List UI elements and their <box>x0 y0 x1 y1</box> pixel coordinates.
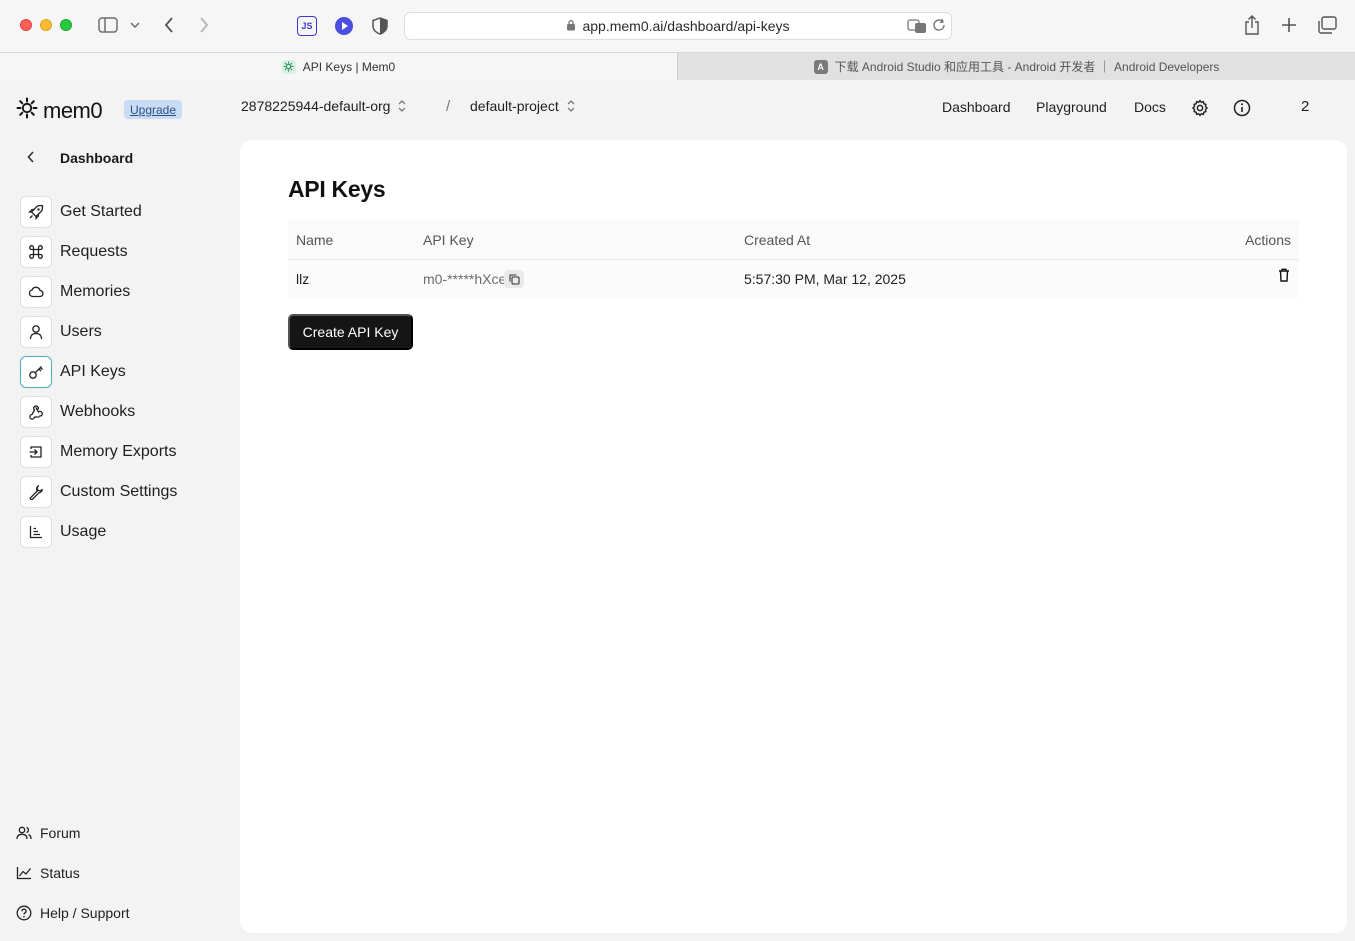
android-favicon-icon: A <box>813 59 828 74</box>
new-tab-icon[interactable] <box>1279 15 1299 35</box>
status-chart-icon <box>16 867 32 880</box>
cloud-icon <box>20 276 52 308</box>
mem0-logo[interactable]: mem0 <box>16 97 103 124</box>
export-icon <box>20 436 52 468</box>
sidebar-item-requests[interactable]: Requests <box>20 236 128 268</box>
chevrons-up-down-icon <box>567 100 575 112</box>
column-header-name: Name <box>296 231 334 248</box>
org-selector[interactable]: 2878225944-default-org <box>241 98 406 114</box>
nav-docs-link[interactable]: Docs <box>1134 99 1166 115</box>
table-header: Name API Key Created At Actions <box>288 220 1299 260</box>
sidebar-item-label: Webhooks <box>60 403 136 420</box>
chevron-left-icon <box>27 150 45 166</box>
sidebar-item-label: Usage <box>60 523 107 540</box>
command-icon <box>20 236 52 268</box>
sidebar-footer-help[interactable]: Help / Support <box>16 905 130 921</box>
tab-android-developers[interactable]: A 下载 Android Studio 和应用工具 - Android 开发者 … <box>677 53 1355 80</box>
gear-icon[interactable] <box>1190 98 1210 118</box>
tab-title: API Keys | Mem0 <box>302 59 396 74</box>
column-header-actions: Actions <box>1245 231 1291 248</box>
sidebar-item-custom-settings[interactable]: Custom Settings <box>20 476 177 508</box>
page-title: API Keys <box>288 176 386 202</box>
translate-icon[interactable] <box>907 18 927 37</box>
minimize-window-button[interactable] <box>40 19 52 31</box>
webhook-icon <box>20 396 52 428</box>
copy-icon[interactable] <box>504 270 525 288</box>
nav-playground-link[interactable]: Playground <box>1036 99 1107 115</box>
mem0-logo-icon <box>16 97 38 124</box>
sidebar-item-api-keys[interactable]: API Keys <box>20 356 126 388</box>
js-extension-icon[interactable]: JS <box>297 16 317 36</box>
sidebar-item-get-started[interactable]: Get Started <box>20 196 142 228</box>
key-name: llz <box>296 271 310 287</box>
sidebar-item-users[interactable]: Users <box>20 316 102 348</box>
back-label: Dashboard <box>60 150 134 166</box>
browser-toolbar: JS app.mem0.ai/dashboard/api-keys <box>0 0 1355 52</box>
address-bar[interactable]: app.mem0.ai/dashboard/api-keys <box>404 12 952 40</box>
create-api-key-button[interactable]: Create API Key <box>288 314 413 350</box>
sidebar-item-label: Get Started <box>60 203 142 220</box>
chevrons-up-down-icon <box>398 100 406 112</box>
tab-api-keys[interactable]: API Keys | Mem0 <box>0 53 677 80</box>
back-to-dashboard[interactable]: Dashboard <box>27 150 133 166</box>
sidebar-item-label: Requests <box>60 243 128 260</box>
help-icon <box>16 905 32 921</box>
play-extension-icon[interactable] <box>334 16 354 36</box>
logo-text: mem0 <box>43 97 103 123</box>
main-content-card: API Keys Name API Key Created At Actions… <box>240 140 1347 933</box>
chevron-down-icon[interactable] <box>129 18 141 32</box>
api-keys-table: Name API Key Created At Actions llz m0-*… <box>288 220 1299 298</box>
sidebar-item-webhooks[interactable]: Webhooks <box>20 396 135 428</box>
url-text: app.mem0.ai/dashboard/api-keys <box>582 18 790 34</box>
zoom-window-button[interactable] <box>60 19 72 31</box>
tab-title: 下载 Android Studio 和应用工具 - Android 开发者 ｜ … <box>834 60 1220 74</box>
mem0-favicon-icon <box>281 59 296 74</box>
table-row: llz m0-*****hXce 5:57:30 PM, Mar 12, 202… <box>288 260 1299 298</box>
info-icon[interactable] <box>1232 98 1252 118</box>
close-window-button[interactable] <box>20 19 32 31</box>
sidebar-toggle-icon[interactable] <box>97 16 119 34</box>
created-at: 5:57:30 PM, Mar 12, 2025 <box>744 271 906 287</box>
sidebar-item-label: Memories <box>60 283 131 300</box>
share-icon[interactable] <box>1242 14 1262 36</box>
shield-icon[interactable] <box>371 16 389 36</box>
sidebar-item-label: API Keys <box>60 363 126 380</box>
sidebar-item-memory-exports[interactable]: Memory Exports <box>20 436 176 468</box>
api-key-value: m0-*****hXce <box>423 271 507 287</box>
project-name: default-project <box>470 98 559 114</box>
key-icon <box>20 356 52 388</box>
org-name: 2878225944-default-org <box>241 98 391 114</box>
sidebar-footer-forum[interactable]: Forum <box>16 825 80 841</box>
back-arrow-icon[interactable] <box>160 15 178 35</box>
user-icon <box>20 316 52 348</box>
column-header-api-key: API Key <box>423 231 474 248</box>
rocket-icon <box>20 196 52 228</box>
footer-label: Forum <box>40 825 81 841</box>
app-container: mem0 Upgrade 2878225944-default-org / de… <box>0 80 1355 941</box>
project-selector[interactable]: default-project <box>470 98 575 114</box>
sidebar-item-memories[interactable]: Memories <box>20 276 130 308</box>
column-header-created-at: Created At <box>744 231 811 248</box>
sidebar-item-usage[interactable]: Usage <box>20 516 106 548</box>
user-count-badge[interactable]: 2 <box>1301 98 1309 115</box>
footer-label: Status <box>40 865 80 881</box>
tab-bar: API Keys | Mem0 A 下载 Android Studio 和应用工… <box>0 52 1355 80</box>
users-icon <box>16 826 32 840</box>
upgrade-link[interactable]: Upgrade <box>124 100 183 119</box>
chart-icon <box>20 516 52 548</box>
wrench-icon <box>20 476 52 508</box>
api-key-cell: m0-*****hXce <box>423 260 525 298</box>
sidebar-item-label: Memory Exports <box>60 443 177 460</box>
forward-arrow-icon[interactable] <box>195 15 213 35</box>
trash-icon[interactable] <box>1278 256 1290 294</box>
reload-icon[interactable] <box>932 18 946 35</box>
lock-icon <box>566 19 576 34</box>
sidebar-footer-status[interactable]: Status <box>16 865 80 881</box>
breadcrumb-separator: / <box>446 98 451 115</box>
tab-overview-icon[interactable] <box>1316 15 1338 35</box>
nav-dashboard-link[interactable]: Dashboard <box>942 99 1011 115</box>
sidebar-item-label: Users <box>60 323 102 340</box>
sidebar-item-label: Custom Settings <box>60 483 178 500</box>
footer-label: Help / Support <box>40 905 130 921</box>
